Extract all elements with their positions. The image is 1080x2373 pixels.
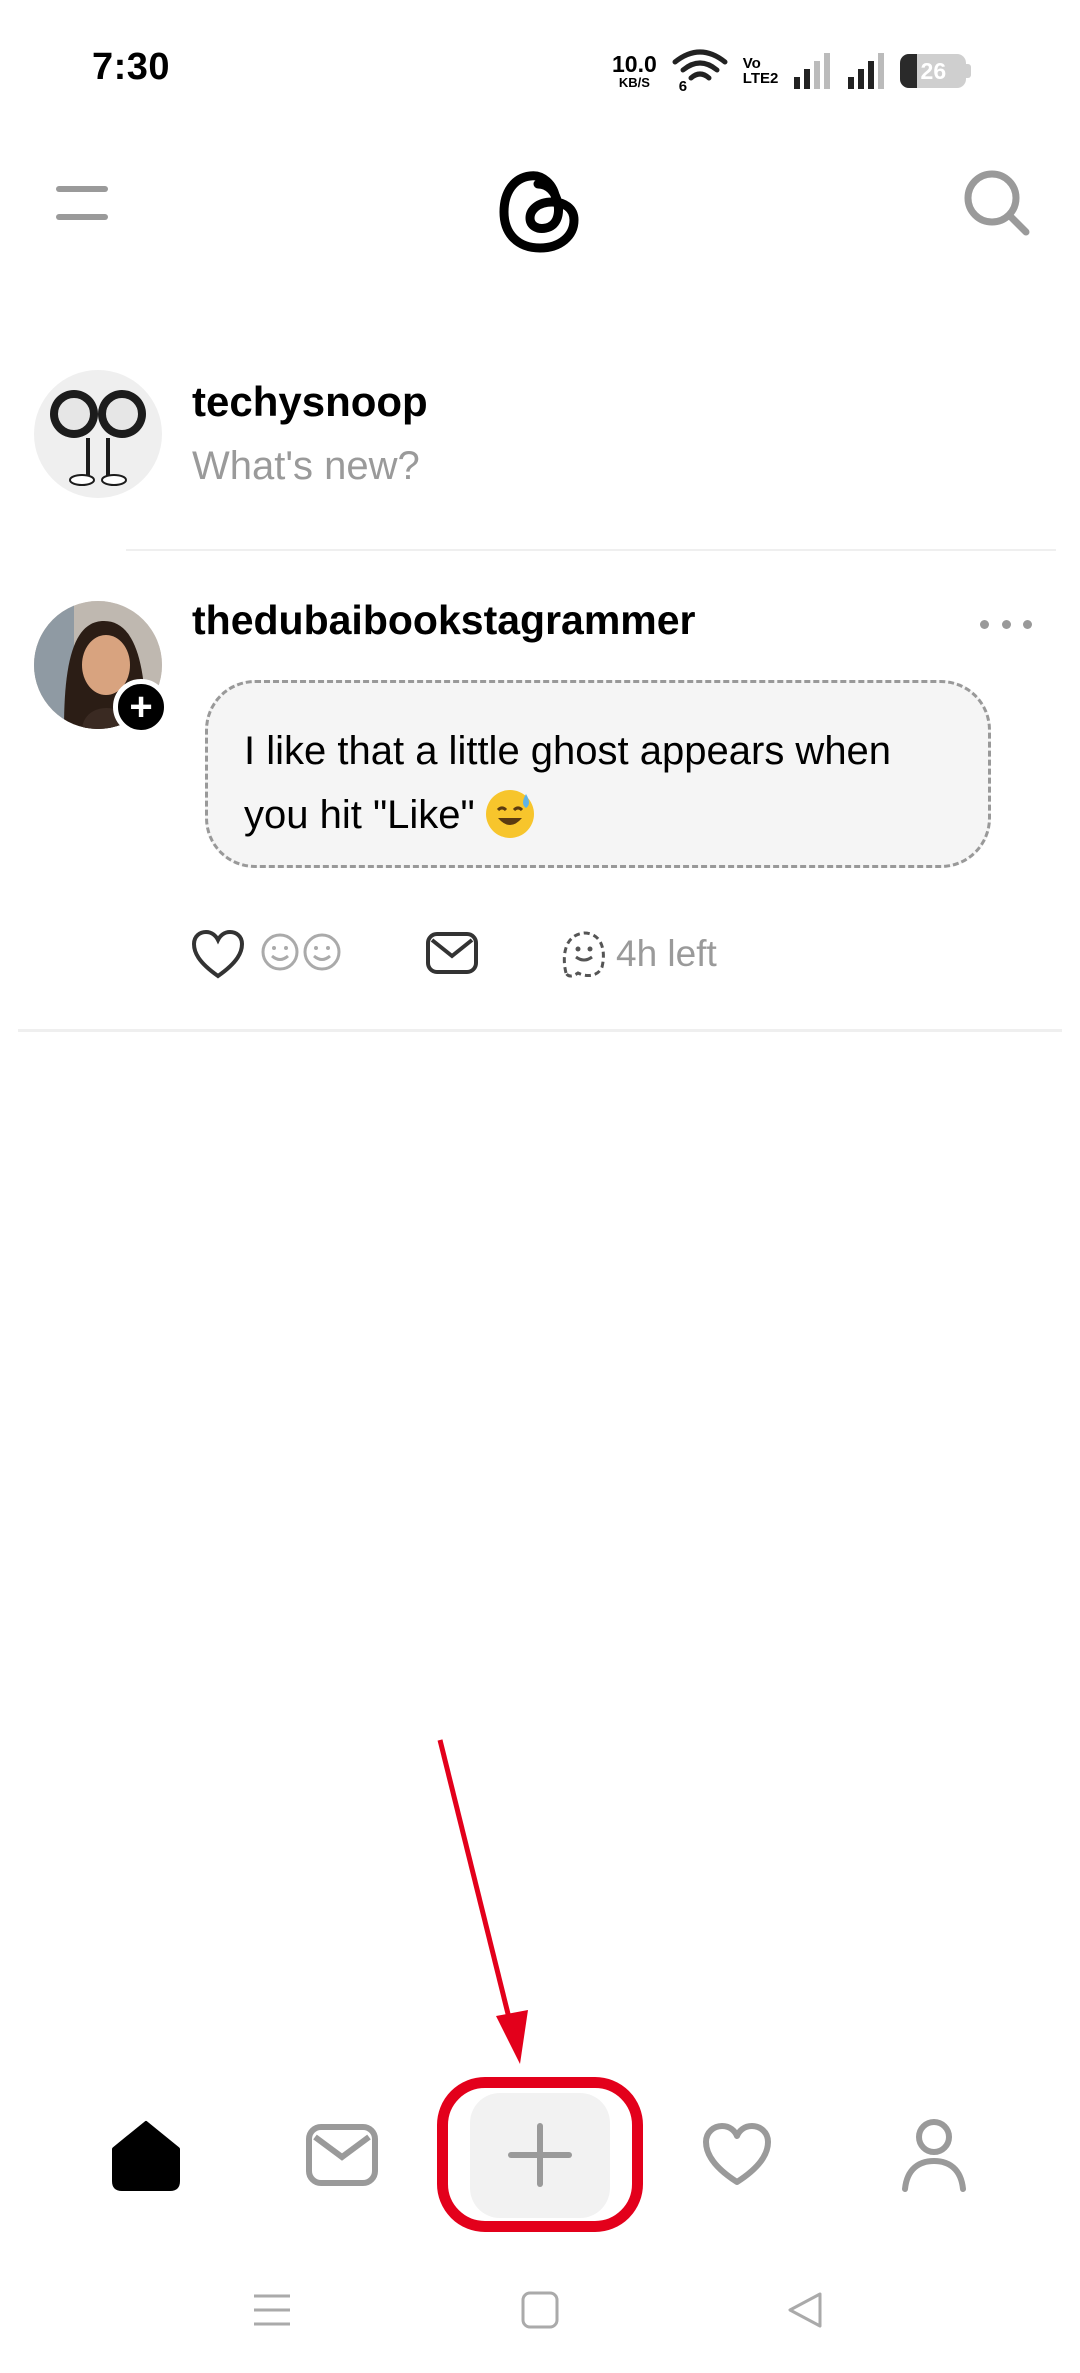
more-options-icon[interactable]	[980, 612, 1032, 636]
nav-home[interactable]	[76, 2055, 216, 2255]
reply-icon[interactable]	[424, 930, 480, 978]
sweat-smile-emoji-icon	[485, 790, 534, 838]
time-left-label: 4h left	[616, 933, 717, 974]
network-speed: 10.0 KB/S	[612, 51, 657, 90]
status-time: 7:30	[92, 46, 171, 88]
system-nav-bar	[0, 2270, 1080, 2373]
home-icon	[112, 2121, 180, 2191]
network-speed-value: 10.0	[612, 51, 657, 77]
compose-input[interactable]: What's new?	[192, 444, 420, 489]
annotation-arrow	[437, 1739, 528, 2064]
post-text: I like that a little ghost appears when …	[244, 729, 892, 837]
search-icon[interactable]	[960, 166, 1032, 238]
recents-icon[interactable]	[252, 2290, 292, 2330]
reactions-icon	[260, 930, 346, 978]
avatar[interactable]	[34, 370, 162, 498]
threads-logo-icon[interactable]	[490, 160, 590, 260]
like-icon[interactable]	[190, 928, 248, 980]
signal-2-icon	[848, 53, 885, 89]
ghost-timer-icon	[556, 927, 610, 981]
battery-level: 26	[920, 57, 947, 84]
network-speed-unit: KB/S	[618, 75, 650, 90]
signal-1-icon	[794, 53, 831, 89]
inbox-icon	[306, 2124, 378, 2186]
follow-button[interactable]: +	[113, 679, 169, 735]
composer-username: techysnoop	[192, 378, 428, 425]
post-text-bubble: I like that a little ghost appears when …	[205, 680, 991, 868]
nav-profile[interactable]	[864, 2055, 1004, 2255]
divider	[18, 1029, 1062, 1032]
wifi-label: 6	[678, 78, 688, 95]
battery-icon: 26	[900, 54, 967, 88]
volte-top: Vo	[742, 55, 761, 72]
wifi-icon: 6	[671, 48, 729, 95]
home-nav-icon[interactable]	[520, 2290, 560, 2330]
divider	[126, 549, 1056, 551]
nav-activity[interactable]	[667, 2055, 807, 2255]
volte-bottom: LTE2	[742, 70, 779, 87]
annotation-highlight	[437, 2077, 643, 2232]
status-icons: 10.0 KB/S 6 Vo LTE2 26	[612, 48, 972, 95]
back-icon[interactable]	[786, 2290, 826, 2330]
volte-indicator: Vo LTE2	[743, 56, 779, 86]
activity-icon	[703, 2123, 771, 2185]
post-author-name[interactable]: thedubaibookstagrammer	[192, 597, 696, 644]
nav-inbox[interactable]	[272, 2055, 412, 2255]
menu-icon[interactable]	[52, 182, 112, 226]
post-actions: 4h left	[190, 924, 717, 984]
profile-icon	[902, 2119, 966, 2192]
